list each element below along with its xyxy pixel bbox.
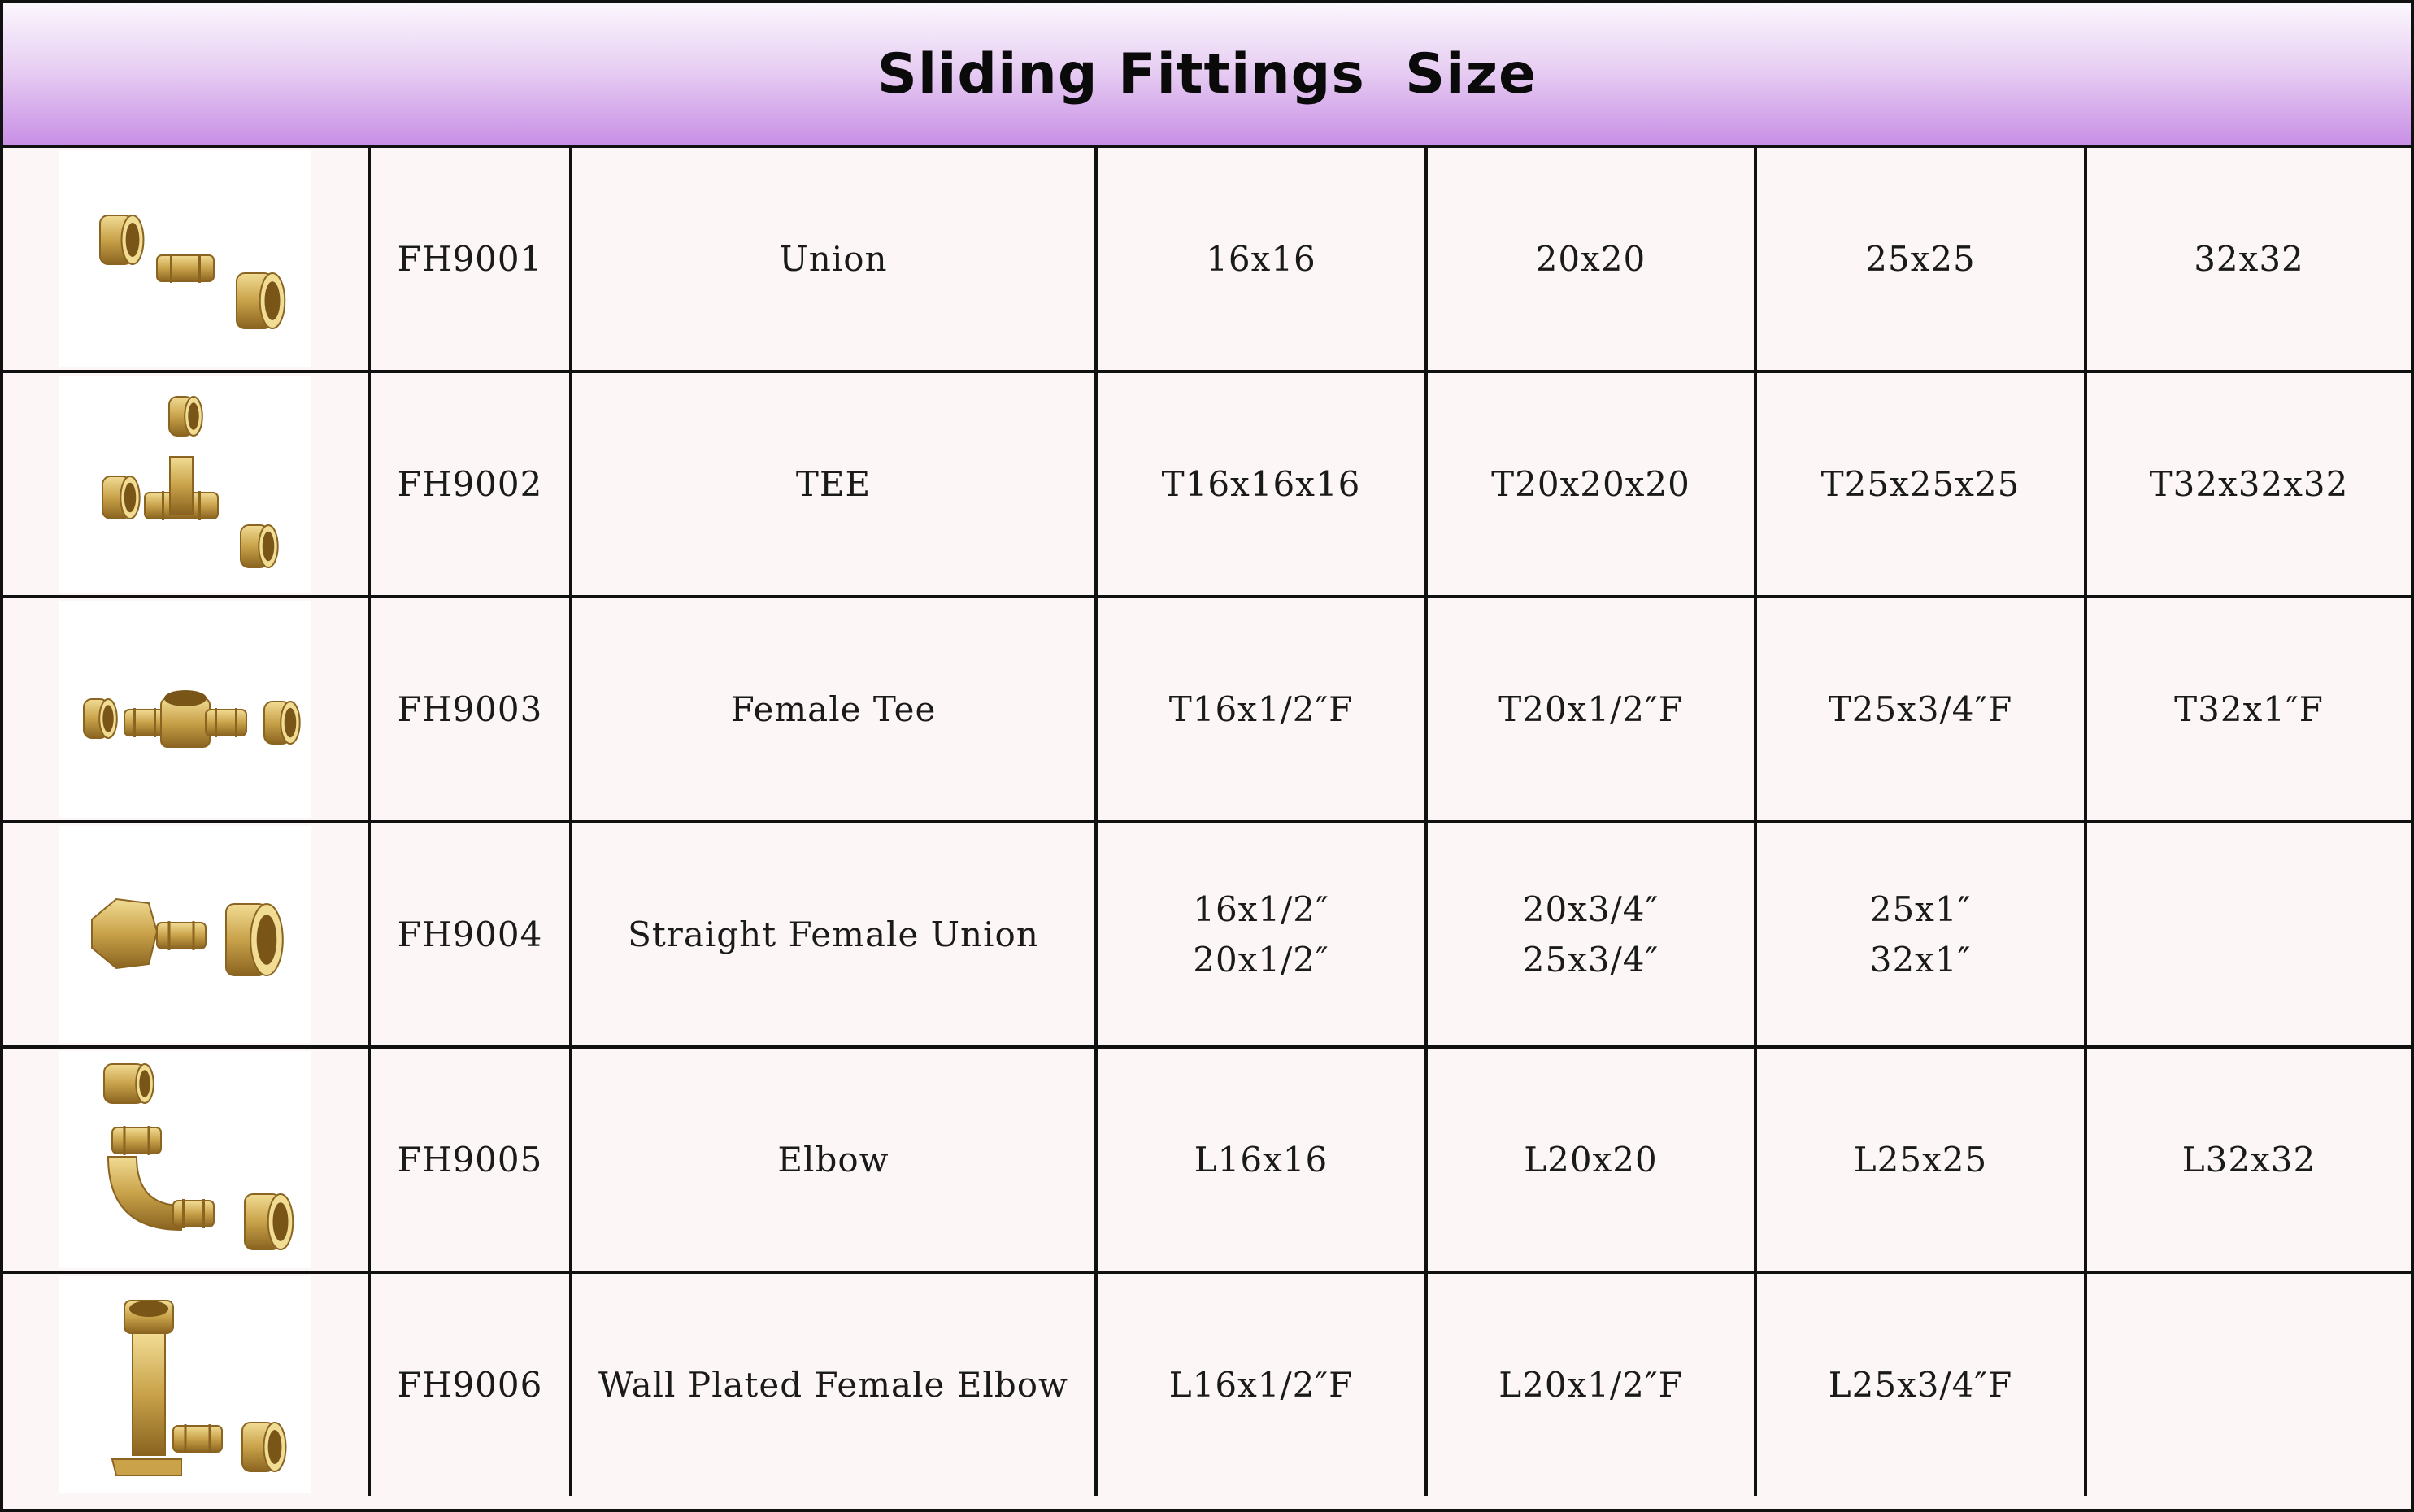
image-cell (3, 370, 371, 598)
size-value: L25x3/4″F (1828, 1364, 2013, 1405)
size-cell: L20x20 (1424, 1045, 1757, 1274)
tee-fitting-image (59, 376, 311, 593)
product-name: Union (569, 148, 1098, 373)
size-value: 20x20 (1535, 238, 1646, 279)
size-value: 16x1/2″ (1193, 889, 1329, 929)
elbow-fitting-image (59, 1051, 311, 1268)
product-name: Wall Plated Female Elbow (569, 1271, 1098, 1496)
product-code: FH9001 (368, 148, 572, 373)
size-cell: T32x32x32 (2084, 370, 2411, 598)
size-value: 32x1″ (1869, 939, 1972, 980)
table-row: FH9003 Female Tee T16x1/2″F T20x1/2″F T25x3/… (3, 595, 2411, 823)
table-row: FH9006 Wall Plated Female Elbow L16x1/2″F L… (3, 1271, 2411, 1496)
size-cell: T25x3/4″F (1754, 595, 2087, 823)
table-row: FH9001 Union 16x16 20x20 25x25 32x32 (3, 148, 2411, 373)
size-value: L25x25 (1853, 1139, 1988, 1180)
size-cell: T16x16x16 (1094, 370, 1428, 598)
size-value: L16x1/2″F (1168, 1364, 1354, 1405)
wall-plated-female-elbow-image (59, 1276, 311, 1493)
size-cell: L16x1/2″F (1094, 1271, 1428, 1496)
size-cell: L32x32 (2084, 1045, 2411, 1274)
size-value: T25x3/4″F (1828, 689, 2013, 729)
size-value: 32x32 (2194, 238, 2304, 279)
size-value: 25x25 (1865, 238, 1976, 279)
size-value: T16x16x16 (1161, 463, 1361, 504)
size-value: 16x16 (1206, 238, 1316, 279)
image-cell (3, 148, 371, 373)
size-value: 20x1/2″ (1193, 939, 1329, 980)
size-cell (2084, 1271, 2411, 1496)
product-name: Elbow (569, 1045, 1098, 1274)
size-cell: L25x3/4″F (1754, 1271, 2087, 1496)
product-name: TEE (569, 370, 1098, 598)
size-value: L20x20 (1524, 1139, 1658, 1180)
size-value: L20x1/2″F (1498, 1364, 1683, 1405)
size-value: 25x1″ (1869, 889, 1972, 929)
size-value: T32x1″F (2174, 689, 2324, 729)
size-cell: 32x32 (2084, 148, 2411, 373)
size-cell: 25x25 (1754, 148, 2087, 373)
title-banner: Sliding Fittings Size (3, 3, 2411, 148)
female-tee-fitting-image (59, 601, 311, 818)
spec-sheet: Sliding Fittings Size FH9001 Union 16x16 20… (0, 0, 2414, 1512)
size-value: L32x32 (2181, 1139, 2316, 1180)
page-title: Sliding Fittings Size (876, 41, 1538, 106)
size-value: T20x20x20 (1491, 463, 1690, 504)
product-code: FH9004 (368, 820, 572, 1049)
size-value: T16x1/2″F (1168, 689, 1354, 729)
size-value: L16x16 (1194, 1139, 1329, 1180)
table-row: FH9002 TEE T16x16x16 T20x20x20 T25x25x25 T32x… (3, 370, 2411, 598)
size-cell: 20x3/4″ 25x3/4″ (1424, 820, 1757, 1049)
product-code: FH9002 (368, 370, 572, 598)
image-cell (3, 595, 371, 823)
size-value: T20x1/2″F (1498, 689, 1683, 729)
image-cell (3, 1045, 371, 1274)
size-cell: 25x1″ 32x1″ (1754, 820, 2087, 1049)
product-name: Female Tee (569, 595, 1098, 823)
image-cell (3, 820, 371, 1049)
table-row: FH9004 Straight Female Union 16x1/2″ 20x1/2… (3, 820, 2411, 1049)
size-cell: T16x1/2″F (1094, 595, 1428, 823)
size-cell: T32x1″F (2084, 595, 2411, 823)
size-cell: L20x1/2″F (1424, 1271, 1757, 1496)
product-code: FH9005 (368, 1045, 572, 1274)
size-cell: T20x20x20 (1424, 370, 1757, 598)
image-cell (3, 1271, 371, 1496)
table-row: FH9005 Elbow L16x16 L20x20 L25x25 L32x32 (3, 1045, 2411, 1274)
size-cell: T25x25x25 (1754, 370, 2087, 598)
size-value: 25x3/4″ (1522, 939, 1659, 980)
size-cell (2084, 820, 2411, 1049)
size-value: T32x32x32 (2149, 463, 2349, 504)
product-code: FH9006 (368, 1271, 572, 1496)
size-cell: 20x20 (1424, 148, 1757, 373)
size-cell: 16x16 (1094, 148, 1428, 373)
size-cell: 16x1/2″ 20x1/2″ (1094, 820, 1428, 1049)
union-fitting-image (59, 150, 311, 367)
product-code: FH9003 (368, 595, 572, 823)
straight-female-union-image (59, 826, 311, 1043)
size-cell: L25x25 (1754, 1045, 2087, 1274)
size-value: 20x3/4″ (1522, 889, 1659, 929)
size-cell: L16x16 (1094, 1045, 1428, 1274)
size-cell: T20x1/2″F (1424, 595, 1757, 823)
product-name: Straight Female Union (569, 820, 1098, 1049)
size-value: T25x25x25 (1820, 463, 2020, 504)
fittings-table: FH9001 Union 16x16 20x20 25x25 32x32 FH9002 TEE… (3, 148, 2411, 1496)
